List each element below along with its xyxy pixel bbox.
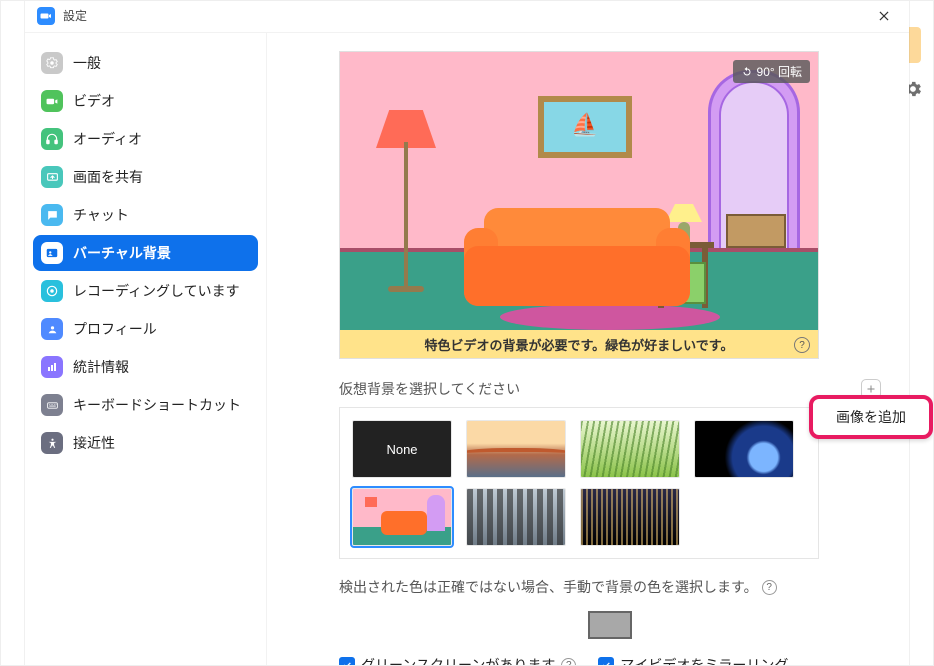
cartoon-room-illustration: ⛵ <box>340 52 818 358</box>
settings-dialog: 設定 一般 ビデオ <box>25 0 909 666</box>
thumb-none-label: None <box>386 442 417 457</box>
sidebar-item-keyboard[interactable]: キーボードショートカット <box>33 387 258 423</box>
sidebar-item-profile[interactable]: プロフィール <box>33 311 258 347</box>
gear-icon <box>41 52 63 74</box>
sidebar-item-statistics[interactable]: 統計情報 <box>33 349 258 385</box>
dialog-title: 設定 <box>63 7 87 24</box>
sidebar-item-label: 画面を共有 <box>73 167 143 187</box>
checkbox-greenscreen-label: グリーンスクリーンがあります <box>361 655 555 666</box>
profile-icon <box>41 318 63 340</box>
check-icon <box>598 657 614 666</box>
add-image-tooltip-label: 画像を追加 <box>836 407 906 427</box>
sidebar-item-label: キーボードショートカット <box>73 395 241 415</box>
add-image-tooltip[interactable]: 画像を追加 <box>809 395 933 439</box>
help-icon[interactable]: ? <box>561 658 576 666</box>
thumb-city-night[interactable] <box>580 488 680 546</box>
stats-icon <box>41 356 63 378</box>
sidebar-item-general[interactable]: 一般 <box>33 45 258 81</box>
color-swatch-row <box>339 611 881 639</box>
zoom-app-icon <box>37 7 55 25</box>
share-screen-icon <box>41 166 63 188</box>
record-icon <box>41 280 63 302</box>
checkbox-mirror-label: マイビデオをミラーリング <box>620 655 788 666</box>
content-pane: ⛵ 90° 回転 特色ビデオの背景が必要です。緑色が好ましいです。 ? <box>267 33 909 666</box>
sidebar-item-share-screen[interactable]: 画面を共有 <box>33 159 258 195</box>
checkbox-mirror[interactable]: マイビデオをミラーリング <box>598 655 788 666</box>
choose-bg-label: 仮想背景を選択してください <box>339 379 520 399</box>
preview-warning: 特色ビデオの背景が必要です。緑色が好ましいです。 <box>340 330 818 358</box>
sidebar-item-label: 接近性 <box>73 433 115 453</box>
accessibility-icon <box>41 432 63 454</box>
sidebar-item-label: レコーディングしています <box>73 281 240 301</box>
sidebar-item-label: オーディオ <box>73 129 142 149</box>
check-icon <box>339 657 355 666</box>
thumb-bridge[interactable] <box>466 420 566 478</box>
sidebar-item-label: チャット <box>73 205 129 225</box>
help-icon[interactable]: ? <box>794 337 810 353</box>
chat-icon <box>41 204 63 226</box>
thumb-room[interactable] <box>352 488 452 546</box>
sidebar-item-chat[interactable]: チャット <box>33 197 258 233</box>
detected-color-swatch[interactable] <box>588 611 632 639</box>
thumb-grass[interactable] <box>580 420 680 478</box>
sidebar-item-audio[interactable]: オーディオ <box>33 121 258 157</box>
sidebar-item-label: ビデオ <box>73 91 115 111</box>
choose-bg-heading: 仮想背景を選択してください <box>339 379 881 399</box>
sidebar-item-virtual-background[interactable]: バーチャル背景 <box>33 235 258 271</box>
sidebar-item-label: 一般 <box>73 53 101 73</box>
checkbox-greenscreen[interactable]: グリーンスクリーンがあります ? <box>339 655 576 666</box>
sidebar-item-video[interactable]: ビデオ <box>33 83 258 119</box>
rotate-button[interactable]: 90° 回転 <box>733 60 810 83</box>
background-preview: ⛵ 90° 回転 特色ビデオの背景が必要です。緑色が好ましいです。 ? <box>339 51 819 359</box>
page-root: 設定 一般 ビデオ <box>0 0 934 666</box>
background-thumbnails: None <box>339 407 819 559</box>
thumb-none[interactable]: None <box>352 420 452 478</box>
rotate-label: 90° 回転 <box>757 63 802 80</box>
detect-color-text: 検出された色は正確ではない場合、手動で背景の色を選択します。 ? <box>339 577 881 597</box>
dialog-body: 一般 ビデオ オーディオ <box>25 33 909 666</box>
thumb-city-day[interactable] <box>466 488 566 546</box>
sidebar-item-recording[interactable]: レコーディングしています <box>33 273 258 309</box>
virtual-bg-icon <box>41 242 63 264</box>
video-icon <box>41 90 63 112</box>
dialog-header: 設定 <box>25 0 909 33</box>
sidebar-item-accessibility[interactable]: 接近性 <box>33 425 258 461</box>
checkbox-row: グリーンスクリーンがあります ? マイビデオをミラーリング <box>339 655 881 666</box>
headphones-icon <box>41 128 63 150</box>
thumb-earth[interactable] <box>694 420 794 478</box>
help-icon[interactable]: ? <box>762 580 777 595</box>
settings-sidebar: 一般 ビデオ オーディオ <box>25 33 267 666</box>
detect-color-label: 検出された色は正確ではない場合、手動で背景の色を選択します。 <box>339 577 758 597</box>
keyboard-icon <box>41 394 63 416</box>
sidebar-item-label: バーチャル背景 <box>73 243 171 263</box>
sidebar-item-label: プロフィール <box>73 319 157 339</box>
sidebar-item-label: 統計情報 <box>73 357 129 377</box>
close-button[interactable] <box>871 3 897 29</box>
